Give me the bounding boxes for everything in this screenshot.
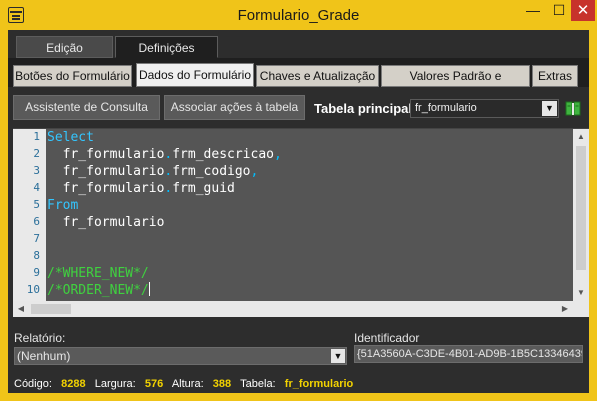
tab-extras[interactable]: Extras [532, 65, 578, 87]
main-table-label: Tabela principal [314, 101, 413, 116]
column-name: frm_descricao [172, 147, 274, 162]
status-bar: Código: 8288 Largura: 576 Altura: 388 Ta… [14, 378, 353, 390]
column-name: frm_codigo [172, 164, 251, 179]
report-label: Relatório: [14, 331, 66, 345]
horizontal-scroll-thumb[interactable] [31, 304, 71, 314]
line-number: 1 [33, 130, 40, 143]
vertical-scroll-thumb[interactable] [576, 146, 586, 270]
codigo-value: 8288 [61, 378, 86, 390]
report-value: (Nenhum) [17, 349, 71, 363]
table-name: fr_formulario [47, 181, 165, 196]
line-number: 5 [33, 198, 40, 211]
code-line: /*WHERE_NEW*/ [47, 265, 149, 282]
window-client-area: Edição Definições Botões do Formulário D… [8, 30, 589, 393]
main-table-select[interactable]: fr_formulario ▼ [410, 99, 559, 118]
definitions-panel: Botões do Formulário Dados do Formulário… [8, 58, 589, 393]
line-number: 7 [33, 232, 40, 245]
book-icon[interactable] [565, 100, 581, 117]
punctuation: , [250, 164, 259, 179]
tab-valores-padrao[interactable]: Valores Padrão e Máscaras [381, 65, 530, 104]
query-toolbar: Assistente de Consulta Associar ações à … [8, 87, 589, 127]
code-line: From [47, 197, 78, 214]
tab-definicoes[interactable]: Definições [115, 36, 218, 58]
line-number: 2 [33, 147, 40, 160]
line-number: 3 [33, 164, 40, 177]
vertical-scrollbar[interactable]: ▲ ▼ [573, 129, 589, 301]
column-name: frm_guid [172, 181, 235, 196]
tab-edicao[interactable]: Edição [16, 36, 113, 58]
line-number: 4 [33, 181, 40, 194]
sql-comment: /*WHERE_NEW*/ [47, 266, 149, 281]
window-title: Formulario_Grade [237, 7, 360, 24]
table-name: fr_formulario [47, 215, 165, 230]
line-number-gutter: 1 2 3 4 5 6 7 8 9 10 [13, 129, 46, 301]
outer-tab-strip: Edição Definições [8, 30, 589, 58]
scroll-up-icon[interactable]: ▲ [573, 129, 589, 145]
minimize-button[interactable]: — [520, 0, 546, 21]
identifier-label: Identificador [354, 331, 420, 345]
line-number: 8 [33, 249, 40, 262]
code-line: Select [47, 129, 94, 146]
line-number: 9 [33, 266, 40, 279]
tabela-label: Tabela: [240, 378, 276, 390]
tab-botoes-formulario[interactable]: Botões do Formulário [13, 65, 132, 87]
text-cursor [148, 282, 150, 296]
code-area[interactable]: Select fr_formulario.frm_descricao, fr_f… [47, 129, 573, 301]
associate-actions-button[interactable]: Associar ações à tabela [164, 95, 305, 120]
scroll-left-icon[interactable]: ◀ [13, 301, 29, 317]
code-line: /*ORDER_NEW*/ [47, 282, 150, 299]
scrollbar-corner [573, 301, 589, 317]
tab-dados-formulario[interactable]: Dados do Formulário [136, 63, 254, 87]
identifier-field[interactable]: {51A3560A-C3DE-4B01-AD9B-1B5C13346439} [354, 345, 583, 363]
punctuation: , [273, 147, 282, 162]
main-table-value: fr_formulario [415, 102, 477, 114]
tabela-value: fr_formulario [284, 378, 354, 390]
largura-label: Largura: [94, 378, 136, 390]
altura-label: Altura: [171, 378, 204, 390]
sql-keyword: From [47, 198, 79, 213]
code-line: fr_formulario [47, 214, 165, 231]
sql-editor[interactable]: 1 2 3 4 5 6 7 8 9 10 Select fr_formulari… [13, 128, 589, 317]
maximize-button[interactable]: ☐ [546, 0, 572, 21]
line-number: 10 [26, 283, 40, 296]
app-window: Formulario_Grade — ☐ ✕ Edição Definições… [0, 0, 597, 401]
scroll-down-icon[interactable]: ▼ [573, 285, 589, 301]
query-assistant-button[interactable]: Assistente de Consulta [13, 95, 160, 120]
altura-value: 388 [212, 378, 232, 390]
sql-comment: /*ORDER_NEW*/ [47, 283, 149, 298]
report-select[interactable]: (Nenhum) ▼ [14, 347, 347, 365]
tab-chaves-atualizacao[interactable]: Chaves e Atualização [256, 65, 379, 87]
horizontal-scrollbar[interactable]: ◀ ▶ [13, 301, 573, 317]
line-number: 6 [33, 215, 40, 228]
close-button[interactable]: ✕ [571, 0, 595, 21]
codigo-label: Código: [14, 378, 52, 390]
largura-value: 576 [144, 378, 164, 390]
scroll-right-icon[interactable]: ▶ [557, 301, 573, 317]
code-line: fr_formulario.frm_guid [47, 180, 235, 197]
table-name: fr_formulario [47, 147, 165, 162]
chevron-down-icon[interactable]: ▼ [331, 349, 345, 363]
title-bar[interactable]: Formulario_Grade — ☐ ✕ [0, 0, 597, 30]
code-line: fr_formulario.frm_codigo, [47, 163, 259, 180]
code-line: fr_formulario.frm_descricao, [47, 146, 282, 163]
chevron-down-icon[interactable]: ▼ [542, 101, 557, 116]
table-name: fr_formulario [47, 164, 165, 179]
form-data-page: Assistente de Consulta Associar ações à … [8, 87, 589, 393]
sql-keyword: Select [47, 130, 94, 145]
